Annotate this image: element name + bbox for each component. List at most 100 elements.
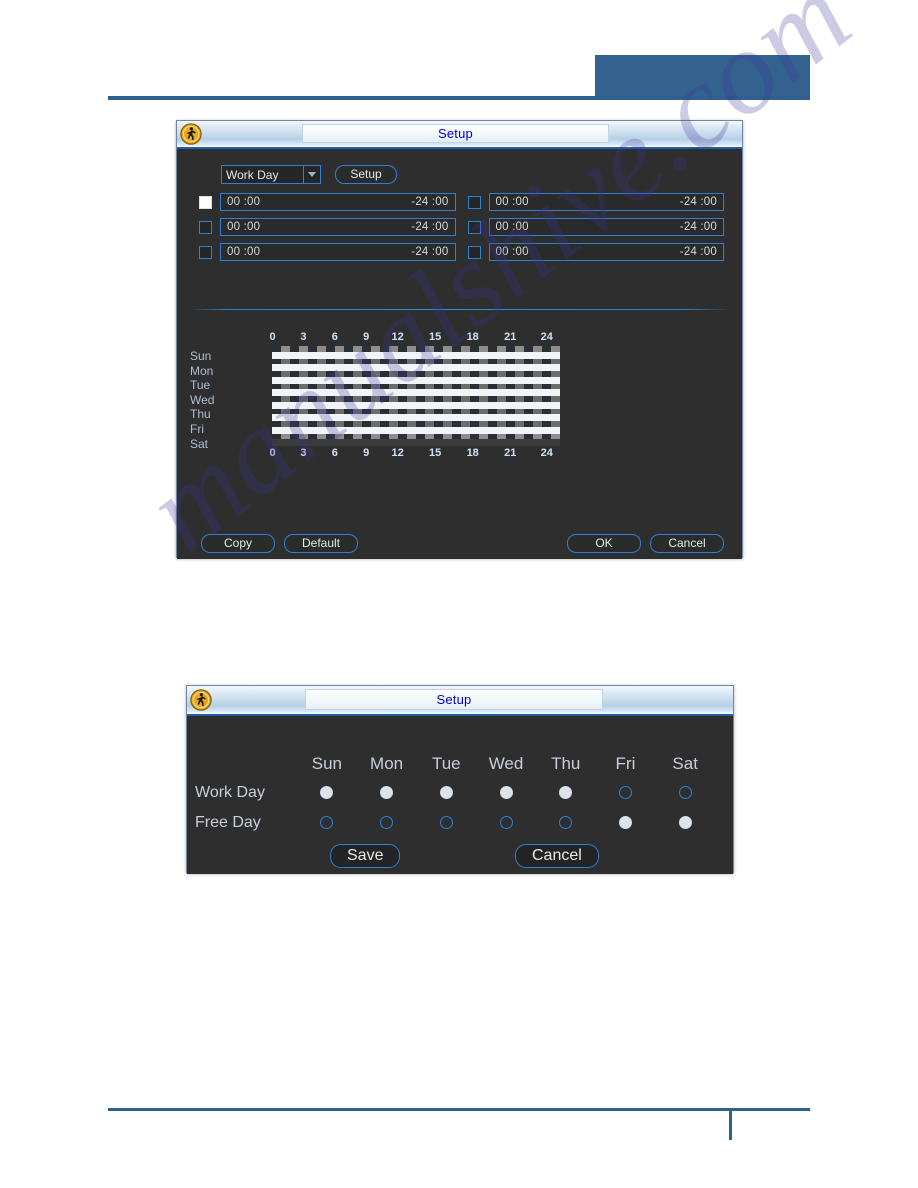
workday-radio-tue[interactable] xyxy=(439,786,453,799)
freeday-radio-cell-tue[interactable] xyxy=(416,816,476,829)
period-end-1: -24 :00 xyxy=(411,196,449,208)
axis-tick: 3 xyxy=(300,447,307,459)
grid-day-row-sun[interactable] xyxy=(272,351,560,359)
freeday-radio-row xyxy=(297,816,715,829)
period-time-field-3[interactable]: 00 :00 -24 :00 xyxy=(220,218,456,236)
freeday-radio-fri[interactable] xyxy=(618,816,632,829)
period-checkbox-3[interactable] xyxy=(199,220,212,234)
grid-separator xyxy=(272,433,560,439)
freeday-radio-cell-mon[interactable] xyxy=(357,816,417,829)
workday-radio-thu[interactable] xyxy=(559,786,573,799)
axis-tick: 15 xyxy=(429,331,442,343)
axis-tick: 24 xyxy=(540,331,553,343)
axis-tick: 0 xyxy=(269,447,276,459)
period-checkbox-1[interactable] xyxy=(199,195,212,209)
chart-day-labels: Sun Mon Tue Wed Thu Fri Sat xyxy=(190,349,258,451)
chevron-down-icon[interactable] xyxy=(303,166,320,183)
workday-radio-cell-fri[interactable] xyxy=(596,786,656,799)
daytype-day-header: Sun xyxy=(311,754,342,773)
grid-day-row-wed[interactable] xyxy=(272,389,560,396)
save-button[interactable]: Save xyxy=(330,844,401,868)
period-checkbox-2[interactable] xyxy=(467,195,481,209)
grid-day-row-fri[interactable] xyxy=(272,414,560,421)
period-end-5: -24 :00 xyxy=(411,246,449,258)
axis-tick: 21 xyxy=(504,447,517,459)
schedule-grid[interactable] xyxy=(272,346,560,446)
chart-day-label: Mon xyxy=(190,363,214,378)
copy-button[interactable]: Copy xyxy=(201,534,275,553)
workday-radio-mon[interactable] xyxy=(380,786,394,799)
period-end-6: -24 :00 xyxy=(679,246,717,258)
freeday-radio-cell-sun[interactable] xyxy=(297,816,357,829)
axis-tick: 9 xyxy=(363,331,370,343)
day-type-select-value: Work Day xyxy=(226,167,279,182)
daytype-day-header: Wed xyxy=(488,754,524,773)
freeday-radio-cell-sat[interactable] xyxy=(655,816,715,829)
freeday-radio-cell-wed[interactable] xyxy=(476,816,536,829)
workday-radio-sun[interactable] xyxy=(320,786,334,799)
freeday-radio-mon[interactable] xyxy=(380,816,394,829)
workday-radio-cell-wed[interactable] xyxy=(476,786,536,799)
period-start-5: 00 :00 xyxy=(227,246,261,258)
freeday-radio-wed[interactable] xyxy=(499,816,513,829)
freeday-row-label: Free Day xyxy=(195,814,261,831)
cancel-button[interactable]: Cancel xyxy=(650,534,724,553)
daytype-dialog-titlebar: Setup xyxy=(187,686,733,716)
freeday-radio-tue[interactable] xyxy=(439,816,453,829)
workday-radio-cell-sat[interactable] xyxy=(655,786,715,799)
axis-tick: 0 xyxy=(269,331,276,343)
daytype-day-headers: Sun Mon Tue Wed Thu Fri Sat xyxy=(297,754,715,774)
freeday-radio-cell-fri[interactable] xyxy=(596,816,656,829)
period-checkbox-4[interactable] xyxy=(467,220,481,234)
period-time-field-2[interactable]: 00 :00 -24 :00 xyxy=(488,193,724,211)
daytype-cancel-button[interactable]: Cancel xyxy=(515,844,599,868)
period-start-2: 00 :00 xyxy=(495,196,529,208)
freeday-radio-sat[interactable] xyxy=(678,816,692,829)
workday-radio-cell-tue[interactable] xyxy=(416,786,476,799)
period-time-field-1[interactable]: 00 :00 -24 :00 xyxy=(220,193,456,211)
default-button[interactable]: Default xyxy=(284,534,358,553)
workday-radio-fri[interactable] xyxy=(618,786,632,799)
workday-radio-cell-mon[interactable] xyxy=(357,786,417,799)
schedule-dialog-footer: Copy Default OK Cancel xyxy=(177,534,742,556)
period-end-2: -24 :00 xyxy=(679,196,717,208)
workday-radio-cell-thu[interactable] xyxy=(536,786,596,799)
axis-tick: 12 xyxy=(391,331,404,343)
period-list: 00 :00 -24 :00 00 :00 -24 :00 00:00 -24… xyxy=(199,193,724,261)
person-walking-icon xyxy=(180,123,202,145)
section-divider xyxy=(191,309,731,310)
workday-radio-cell-sun[interactable] xyxy=(297,786,357,799)
header-rule xyxy=(108,96,810,100)
period-time-field-6[interactable]: 00 :00 -24 :00 xyxy=(488,243,724,261)
period-time-field-4[interactable]: 00 :00 -24 :00 xyxy=(488,218,724,236)
chart-day-label: Tue xyxy=(190,378,211,393)
grid-day-row-tue[interactable] xyxy=(272,376,560,384)
period-checkbox-6[interactable] xyxy=(467,245,481,259)
daytype-day-header: Thu xyxy=(551,754,581,773)
period-setup-button[interactable]: Setup xyxy=(335,165,397,184)
grid-day-row-mon[interactable] xyxy=(272,364,560,371)
schedule-dialog-titlebar: Setup xyxy=(177,121,742,149)
freeday-radio-thu[interactable] xyxy=(559,816,573,829)
period-checkbox-5[interactable] xyxy=(199,245,212,259)
chart-day-label: Wed xyxy=(190,392,215,407)
day-type-select[interactable]: Work Day xyxy=(221,165,321,184)
grid-day-row-sat[interactable] xyxy=(272,426,560,434)
period-start-4: 00 :00 xyxy=(495,221,529,233)
freeday-radio-cell-thu[interactable] xyxy=(536,816,596,829)
period-end-4: -24 :00 xyxy=(679,221,717,233)
chart-day-label: Sun xyxy=(190,349,212,363)
period-time-field-5[interactable]: 00 :00 -24 :00 xyxy=(220,243,456,261)
period-start-1: 00 :00 xyxy=(227,196,261,208)
axis-tick: 6 xyxy=(331,447,338,459)
workday-radio-sat[interactable] xyxy=(678,786,692,799)
daytype-dialog-body: Sun Mon Tue Wed Thu Fri Sat Work Day Fre… xyxy=(187,716,733,874)
freeday-radio-sun[interactable] xyxy=(320,816,334,829)
period-start-6: 00 :00 xyxy=(495,246,529,258)
workday-radio-wed[interactable] xyxy=(499,786,513,799)
footer-left-buttons: Copy Default xyxy=(201,534,358,553)
grid-day-row-thu[interactable] xyxy=(272,401,560,409)
ok-button[interactable]: OK xyxy=(567,534,641,553)
axis-tick: 18 xyxy=(466,447,479,459)
footer-rule xyxy=(108,1108,810,1111)
